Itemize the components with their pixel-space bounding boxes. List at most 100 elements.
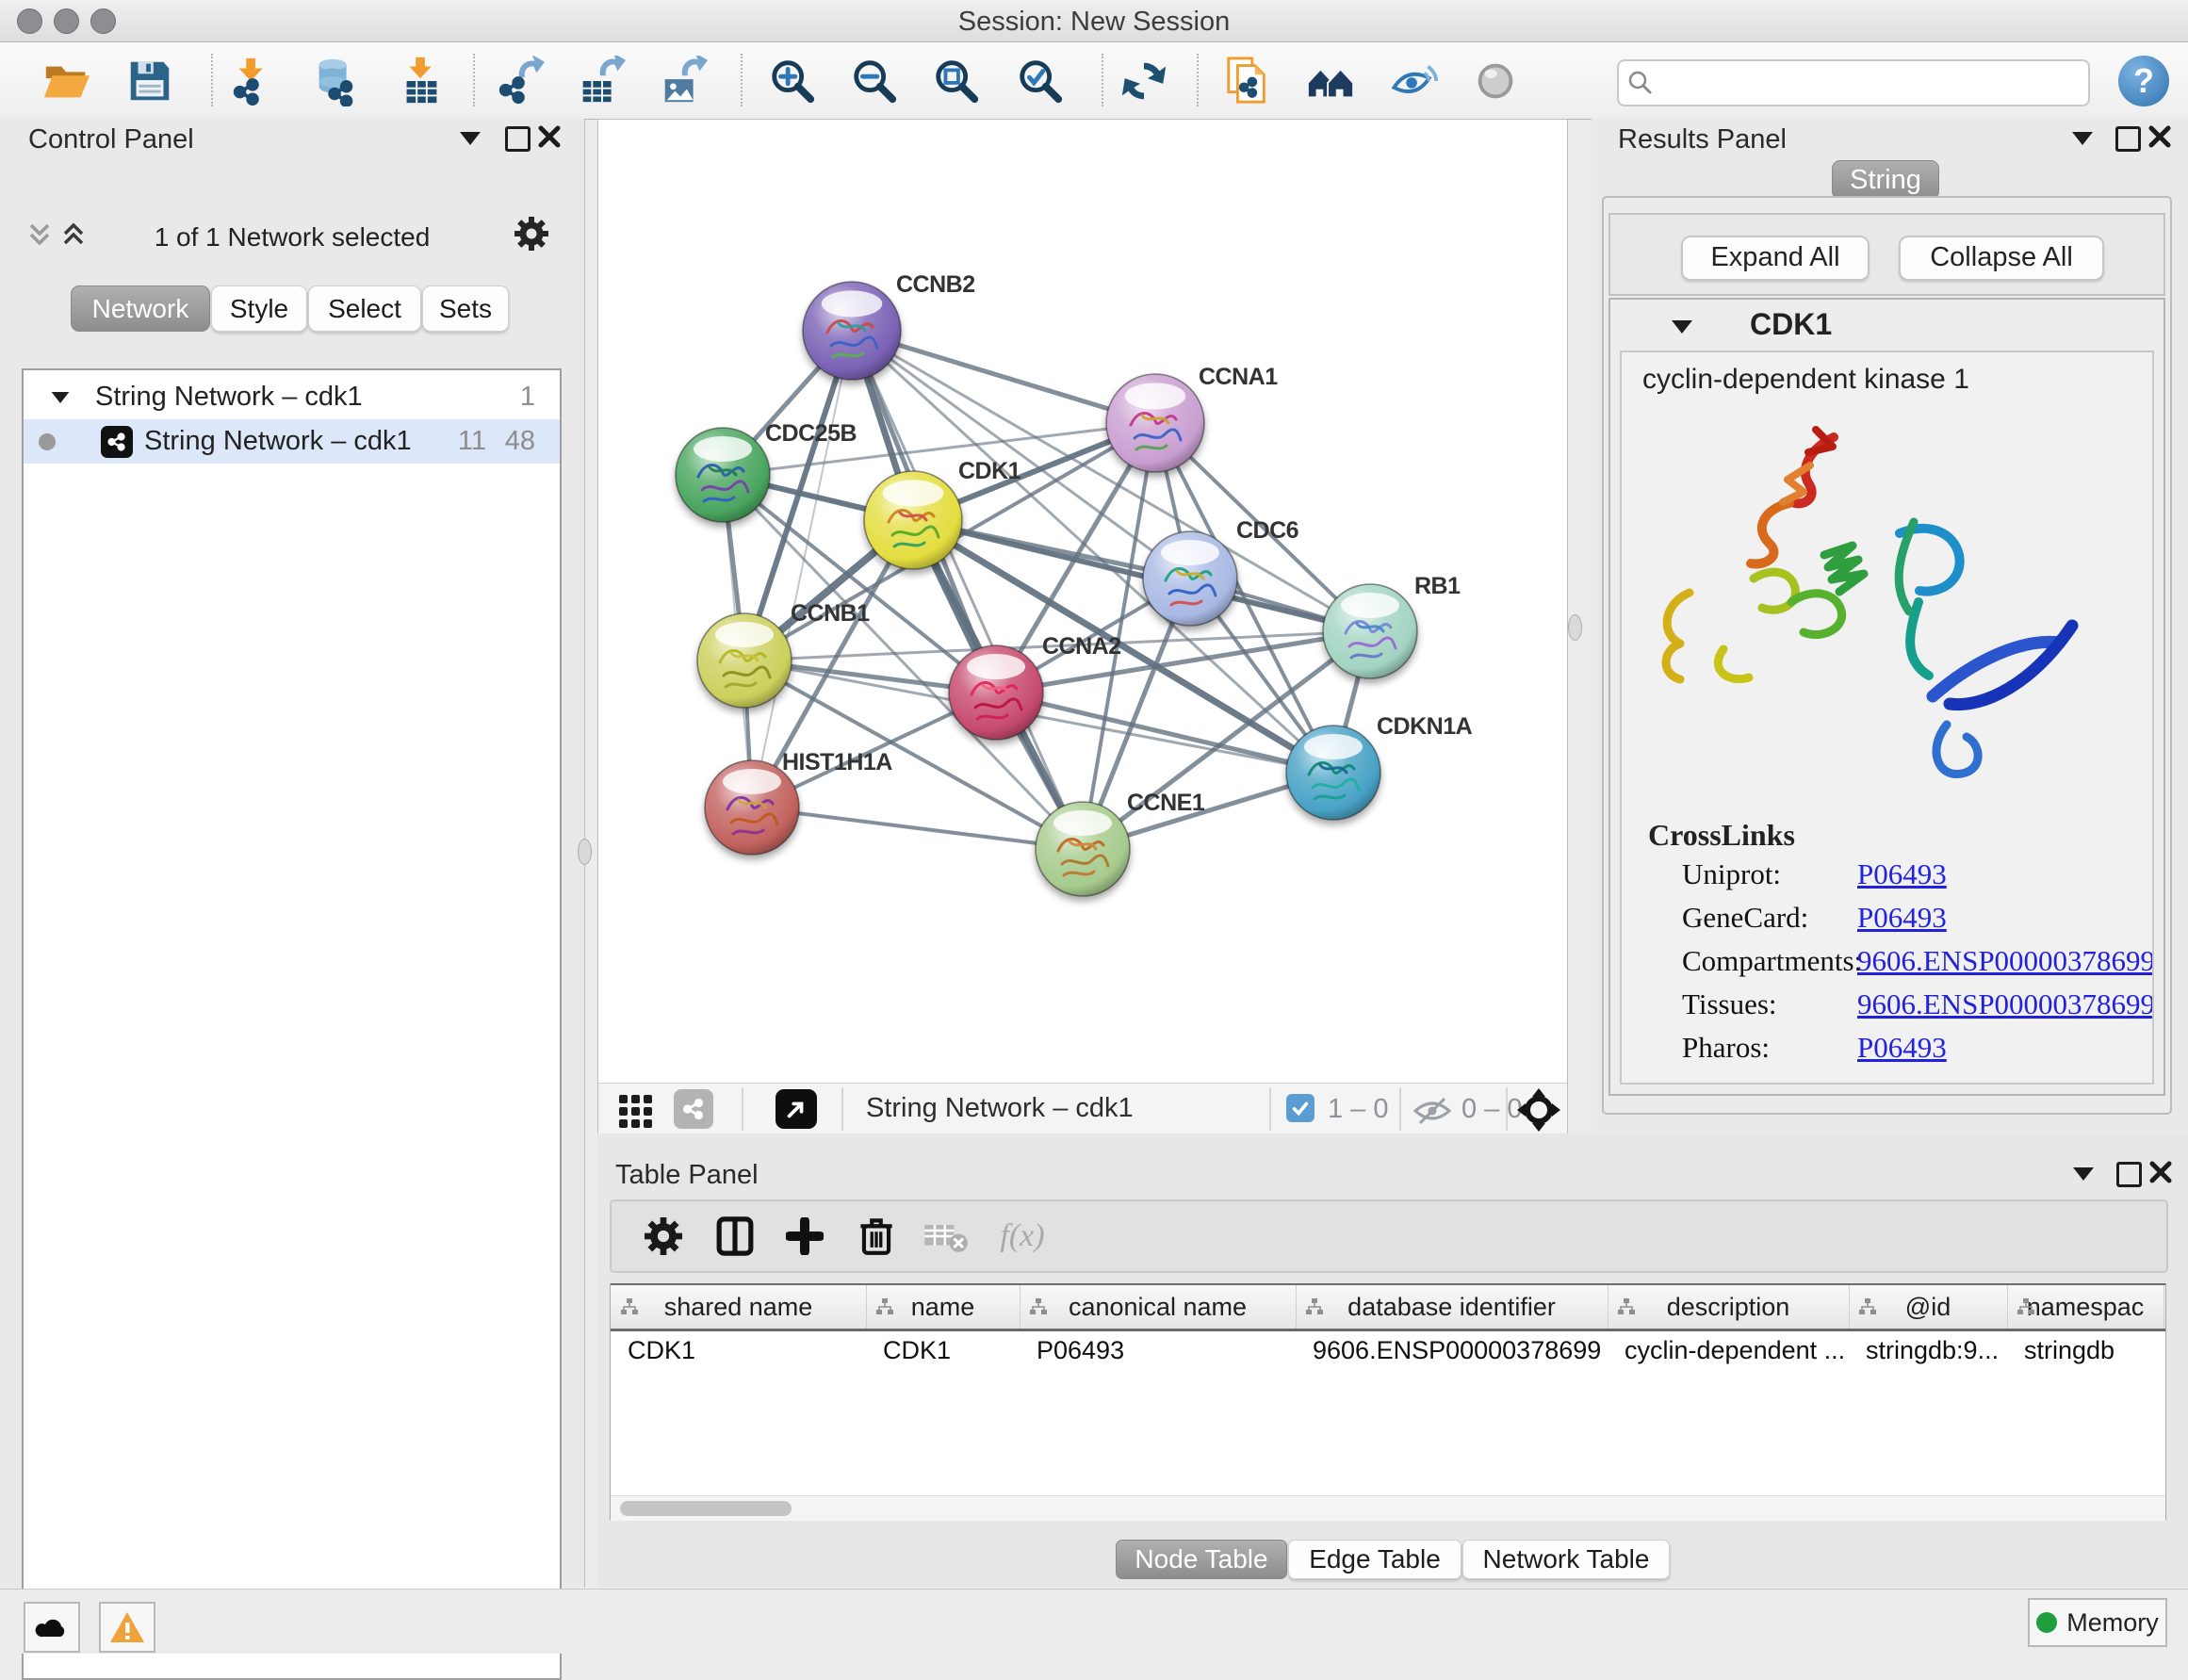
collapse-all-chevron-icon[interactable] [26, 220, 53, 249]
column-label: canonical name [1069, 1293, 1247, 1322]
import-network-button[interactable] [226, 54, 281, 108]
open-session-button[interactable] [40, 54, 94, 108]
horizontal-scrollbar[interactable] [611, 1495, 2165, 1521]
panel-close-icon[interactable] [2147, 124, 2172, 149]
table-cell[interactable]: stringdb:9... [1866, 1331, 2003, 1369]
tab-select[interactable]: Select [308, 285, 421, 332]
panel-collapse-icon[interactable] [2072, 132, 2093, 145]
zoom-out-button[interactable] [847, 54, 902, 108]
grid-view-icon[interactable] [617, 1091, 655, 1129]
column-header-description[interactable]: description [1608, 1285, 1850, 1329]
panel-float-icon[interactable] [2116, 1162, 2142, 1187]
table-cell[interactable]: cyclin-dependent ... [1625, 1331, 1845, 1369]
zoom-in-button[interactable] [765, 54, 820, 108]
left-splitter-handle[interactable] [578, 839, 592, 865]
search-input[interactable] [1662, 68, 2088, 99]
search-field[interactable] [1617, 59, 2090, 106]
expand-all-chevron-icon[interactable] [60, 220, 87, 249]
tab-node-table[interactable]: Node Table [1116, 1540, 1287, 1579]
refresh-button[interactable] [1117, 54, 1171, 108]
column-label: namespac [2027, 1293, 2145, 1322]
string-view-icon[interactable] [674, 1089, 713, 1129]
zoom-fit-button[interactable] [929, 54, 984, 108]
warnings-button[interactable] [99, 1602, 155, 1653]
tab-style[interactable]: Style [211, 285, 307, 332]
right-splitter-handle[interactable] [1568, 614, 1582, 641]
crosslink-link[interactable]: P06493 [1857, 857, 1947, 891]
tab-network[interactable]: Network [71, 285, 210, 332]
status-bar: Memory [0, 1589, 2188, 1654]
column-header-name[interactable]: name [866, 1285, 1021, 1329]
column-header-database-identifier[interactable]: database identifier [1296, 1285, 1608, 1329]
hidden-eye-icon[interactable] [1411, 1096, 1454, 1126]
crosslink-link[interactable]: 9606.ENSP00000378699 [1857, 944, 2154, 978]
export-network-button[interactable] [493, 54, 547, 108]
panel-float-icon[interactable] [505, 126, 531, 152]
network-options-gear-icon[interactable] [514, 217, 548, 251]
create-column-button[interactable] [781, 1213, 828, 1260]
tab-network-table[interactable]: Network Table [1462, 1540, 1670, 1579]
panel-float-icon[interactable] [2115, 126, 2141, 152]
import-network-from-database-button[interactable] [308, 54, 363, 108]
table-options-button[interactable] [640, 1213, 687, 1260]
zoom-selected-button[interactable] [1013, 54, 1068, 108]
help-glyph: ? [2133, 61, 2154, 101]
table-cell[interactable]: CDK1 [883, 1331, 1016, 1369]
tab-sets[interactable]: Sets [422, 285, 509, 332]
scrollbar-thumb[interactable] [620, 1501, 792, 1516]
table-cell[interactable]: P06493 [1037, 1331, 1292, 1369]
panel-close-icon[interactable] [2148, 1160, 2173, 1184]
crosslink-link[interactable]: 9606.ENSP00000378699 [1857, 987, 2154, 1021]
clone-network-button[interactable] [1220, 54, 1275, 108]
hide-unhide-button[interactable] [1386, 54, 1441, 108]
gene-collapse-icon[interactable] [1672, 320, 1692, 334]
column-type-icon [1305, 1297, 1324, 1316]
panel-collapse-icon[interactable] [2073, 1167, 2094, 1181]
detach-view-button[interactable] [776, 1089, 817, 1129]
svg-text:CCNB1: CCNB1 [791, 600, 870, 627]
network-row-selected[interactable]: String Network – cdk1 11 48 [24, 419, 560, 464]
column-label: name [911, 1293, 975, 1322]
column-header-namespac[interactable]: namespac [2007, 1285, 2164, 1329]
memory-button[interactable]: Memory [2028, 1598, 2167, 1647]
tab-edge-table[interactable]: Edge Table [1288, 1540, 1461, 1579]
selected-checkbox[interactable] [1286, 1094, 1314, 1122]
svg-text:CDKN1A: CDKN1A [1377, 713, 1473, 740]
crosslink-link[interactable]: P06493 [1857, 901, 1947, 935]
column-header-canonical-name[interactable]: canonical name [1020, 1285, 1297, 1329]
network-view-toolbar: String Network – cdk1 1 – 0 0 – 0 [598, 1083, 1567, 1134]
table-cell[interactable]: stringdb [2024, 1331, 2160, 1369]
export-table-button[interactable] [574, 54, 629, 108]
network-edge-count: 48 [505, 426, 535, 457]
network-graph[interactable]: CCNB2CCNA1CDC25BCDK1CDC6RB1CCNB1CCNA2CDK… [598, 120, 1567, 1083]
birds-eye-crosshair-icon[interactable] [1517, 1088, 1560, 1132]
help-button[interactable]: ? [2118, 56, 2169, 106]
column-header-shared-name[interactable]: shared name [611, 1285, 867, 1329]
home-button[interactable] [1303, 54, 1358, 108]
network-collection-row[interactable]: String Network – cdk1 1 [24, 375, 560, 419]
column-label: description [1667, 1293, 1790, 1322]
column-label: @id [1905, 1293, 1951, 1322]
show-graphics-button[interactable] [1468, 54, 1523, 108]
tree-expand-icon[interactable] [52, 392, 70, 403]
crosslink-label: Pharos: [1682, 1031, 1770, 1065]
crosslink-link[interactable]: P06493 [1857, 1031, 1947, 1065]
table-cell[interactable]: 9606.ENSP00000378699 [1313, 1331, 1604, 1369]
panel-collapse-icon[interactable] [460, 132, 481, 145]
zoom-fit-icon [931, 56, 982, 106]
delete-columns-button[interactable] [853, 1213, 900, 1260]
show-columns-button[interactable] [711, 1213, 759, 1260]
save-session-button[interactable] [122, 54, 177, 108]
export-image-button[interactable] [656, 54, 710, 108]
function-builder-disabled: f(x) [988, 1213, 1056, 1260]
import-table-button[interactable] [394, 54, 449, 108]
tab-string[interactable]: String [1832, 160, 1939, 200]
hidden-count: 0 – 0 [1461, 1094, 1523, 1125]
panel-close-icon[interactable] [537, 124, 562, 149]
column-header--id[interactable]: @id [1849, 1285, 2008, 1329]
table-cell[interactable]: CDK1 [628, 1331, 862, 1369]
cloud-button[interactable] [24, 1602, 80, 1653]
collapse-all-button[interactable]: Collapse All [1899, 236, 2104, 281]
expand-all-button[interactable]: Expand All [1681, 236, 1870, 281]
import-table-icon [396, 56, 447, 106]
